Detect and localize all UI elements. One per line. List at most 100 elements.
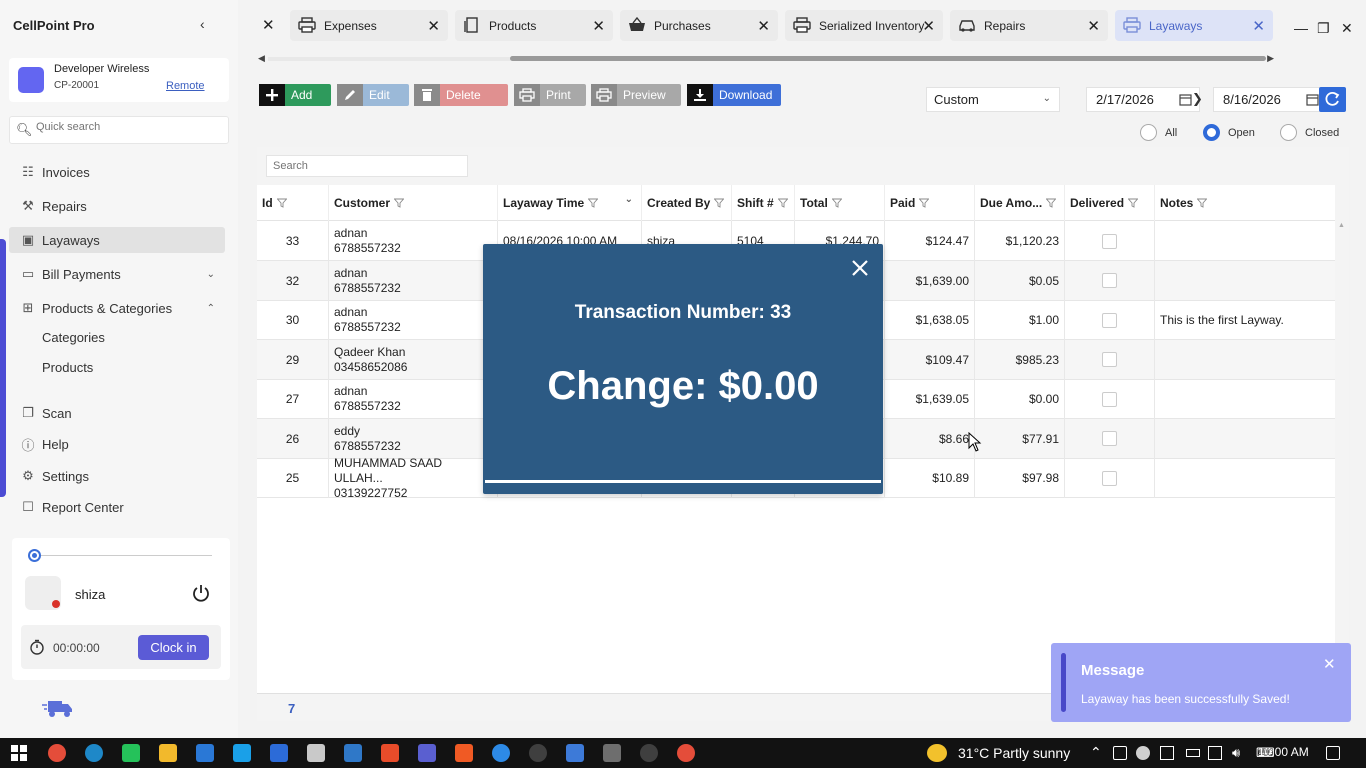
- app-icon[interactable]: [307, 744, 325, 762]
- weather-icon[interactable]: [927, 744, 947, 762]
- close-icon[interactable]: ✕: [1252, 17, 1265, 35]
- clock-in-button[interactable]: Clock in: [138, 635, 209, 660]
- chrome-icon[interactable]: [48, 744, 66, 762]
- app-icon[interactable]: [344, 744, 362, 762]
- chevron-up-icon[interactable]: ⌃: [1090, 744, 1102, 761]
- minimize-icon[interactable]: —: [1294, 20, 1308, 36]
- tab-purchases[interactable]: Purchases ✕: [620, 10, 778, 41]
- column-header-customer[interactable]: Customer: [328, 185, 497, 221]
- column-header-paid[interactable]: Paid: [884, 185, 974, 221]
- add-button[interactable]: Add: [259, 84, 331, 106]
- scroll-up-icon[interactable]: ▲: [1338, 222, 1345, 229]
- notifications-icon[interactable]: [1326, 746, 1340, 760]
- clock-time[interactable]: 10:00 AM: [1258, 745, 1309, 759]
- scrollbar-thumb[interactable]: [510, 56, 1266, 61]
- app-icon[interactable]: [529, 744, 547, 762]
- column-header-layaway-time[interactable]: Layaway Time ⌄: [497, 185, 641, 221]
- cloud-icon[interactable]: [1136, 746, 1150, 760]
- quick-search-input[interactable]: [36, 121, 221, 133]
- delivery-truck-icon[interactable]: [42, 697, 74, 719]
- column-header-id[interactable]: Id: [257, 185, 328, 221]
- close-icon[interactable]: ✕: [262, 16, 275, 34]
- filter-icon[interactable]: [831, 198, 842, 208]
- delivered-checkbox[interactable]: [1102, 233, 1117, 249]
- app-icon[interactable]: [566, 744, 584, 762]
- tabs-scrollbar[interactable]: ◀ ▶: [258, 53, 1274, 64]
- app-icon[interactable]: [640, 744, 658, 762]
- grid-search-input[interactable]: [266, 155, 468, 177]
- store-icon[interactable]: [196, 744, 214, 762]
- column-header-shift[interactable]: Shift #: [731, 185, 794, 221]
- app-icon[interactable]: [381, 744, 399, 762]
- filter-all-radio[interactable]: All: [1140, 124, 1177, 141]
- date-from-field[interactable]: 2/17/2026: [1086, 87, 1200, 112]
- sidebar-item-categories[interactable]: Categories: [42, 330, 105, 345]
- battery-icon[interactable]: [1186, 749, 1200, 757]
- delivered-checkbox[interactable]: [1102, 431, 1117, 446]
- weather-text[interactable]: 31°C Partly sunny: [958, 745, 1070, 761]
- close-icon[interactable]: ✕: [427, 17, 440, 35]
- delivered-checkbox[interactable]: [1102, 312, 1117, 328]
- close-icon[interactable]: ✕: [757, 17, 770, 35]
- filter-closed-radio[interactable]: Closed: [1280, 124, 1339, 141]
- sidebar-item-bill-payments[interactable]: ▭ Bill Payments ⌄: [9, 261, 225, 287]
- calendar-icon[interactable]: [1179, 93, 1192, 106]
- tab-serialized-inventory[interactable]: Serialized Inventory ✕: [785, 10, 943, 41]
- column-header-delivered[interactable]: Delivered: [1064, 185, 1154, 221]
- delete-button[interactable]: Delete: [414, 84, 508, 106]
- edge-icon[interactable]: [85, 744, 103, 762]
- tab-expenses[interactable]: Expenses ✕: [290, 10, 448, 41]
- close-icon[interactable]: [849, 257, 871, 279]
- column-header-due-amount[interactable]: Due Amo...: [974, 185, 1064, 221]
- sidebar-item-layaways[interactable]: ▣ Layaways: [9, 227, 225, 253]
- filter-icon[interactable]: [714, 198, 725, 208]
- sidebar-item-report-center[interactable]: ☐ Report Center: [9, 494, 225, 520]
- file-explorer-icon[interactable]: [159, 744, 177, 762]
- delivered-checkbox[interactable]: [1102, 352, 1117, 367]
- refresh-button[interactable]: [1319, 87, 1346, 112]
- filter-icon[interactable]: [276, 198, 287, 208]
- tab-repairs[interactable]: Repairs ✕: [950, 10, 1108, 41]
- sidebar-item-settings[interactable]: ⚙ Settings: [9, 463, 225, 489]
- edit-button[interactable]: Edit: [337, 84, 409, 106]
- cellpoint-icon[interactable]: [270, 744, 288, 762]
- delivered-checkbox[interactable]: [1102, 470, 1117, 486]
- filter-icon[interactable]: [588, 198, 599, 208]
- sidebar-item-repairs[interactable]: ⚒ Repairs: [9, 193, 225, 219]
- filter-icon[interactable]: [394, 198, 405, 208]
- close-icon[interactable]: ✕: [1087, 17, 1100, 35]
- sidebar-item-scan[interactable]: ❐ Scan: [9, 400, 225, 426]
- filter-icon[interactable]: [1128, 198, 1139, 208]
- sidebar-item-products[interactable]: Products: [42, 360, 93, 375]
- delivered-checkbox[interactable]: [1102, 391, 1117, 407]
- close-icon[interactable]: ✕: [922, 17, 935, 35]
- print-button[interactable]: Print: [514, 84, 586, 106]
- column-header-notes[interactable]: Notes: [1154, 185, 1335, 221]
- chrome-icon[interactable]: [677, 744, 695, 762]
- brave-icon[interactable]: [455, 744, 473, 762]
- tray-icon[interactable]: [1113, 746, 1127, 760]
- whatsapp-icon[interactable]: [122, 744, 140, 762]
- grid-vertical-scrollbar[interactable]: ▲: [1335, 185, 1349, 721]
- window-close-icon[interactable]: ✕: [1341, 20, 1353, 37]
- filter-icon[interactable]: [919, 198, 930, 208]
- windows-start-icon[interactable]: [11, 745, 27, 761]
- delivered-checkbox[interactable]: [1102, 273, 1117, 288]
- app-icon[interactable]: [492, 744, 510, 762]
- filter-icon[interactable]: [777, 198, 788, 208]
- date-to-field[interactable]: 8/16/2026: [1213, 87, 1327, 112]
- tray-icon[interactable]: [1160, 746, 1174, 760]
- close-icon[interactable]: ✕: [1323, 655, 1336, 673]
- sidebar-item-help[interactable]: ⓘ Help: [9, 431, 225, 457]
- collapse-sidebar-icon[interactable]: ‹: [200, 16, 205, 32]
- close-icon[interactable]: ✕: [592, 17, 605, 35]
- scroll-left-icon[interactable]: ◀: [258, 53, 265, 64]
- tab-layaways[interactable]: Layaways ✕: [1115, 10, 1273, 41]
- column-header-total[interactable]: Total: [794, 185, 884, 221]
- scroll-right-icon[interactable]: ▶: [1267, 53, 1274, 64]
- network-icon[interactable]: [1208, 746, 1222, 760]
- filter-icon[interactable]: [1197, 198, 1208, 208]
- calendar-icon[interactable]: [1306, 93, 1319, 106]
- teams-icon[interactable]: [418, 744, 436, 762]
- calculator-icon[interactable]: [603, 744, 621, 762]
